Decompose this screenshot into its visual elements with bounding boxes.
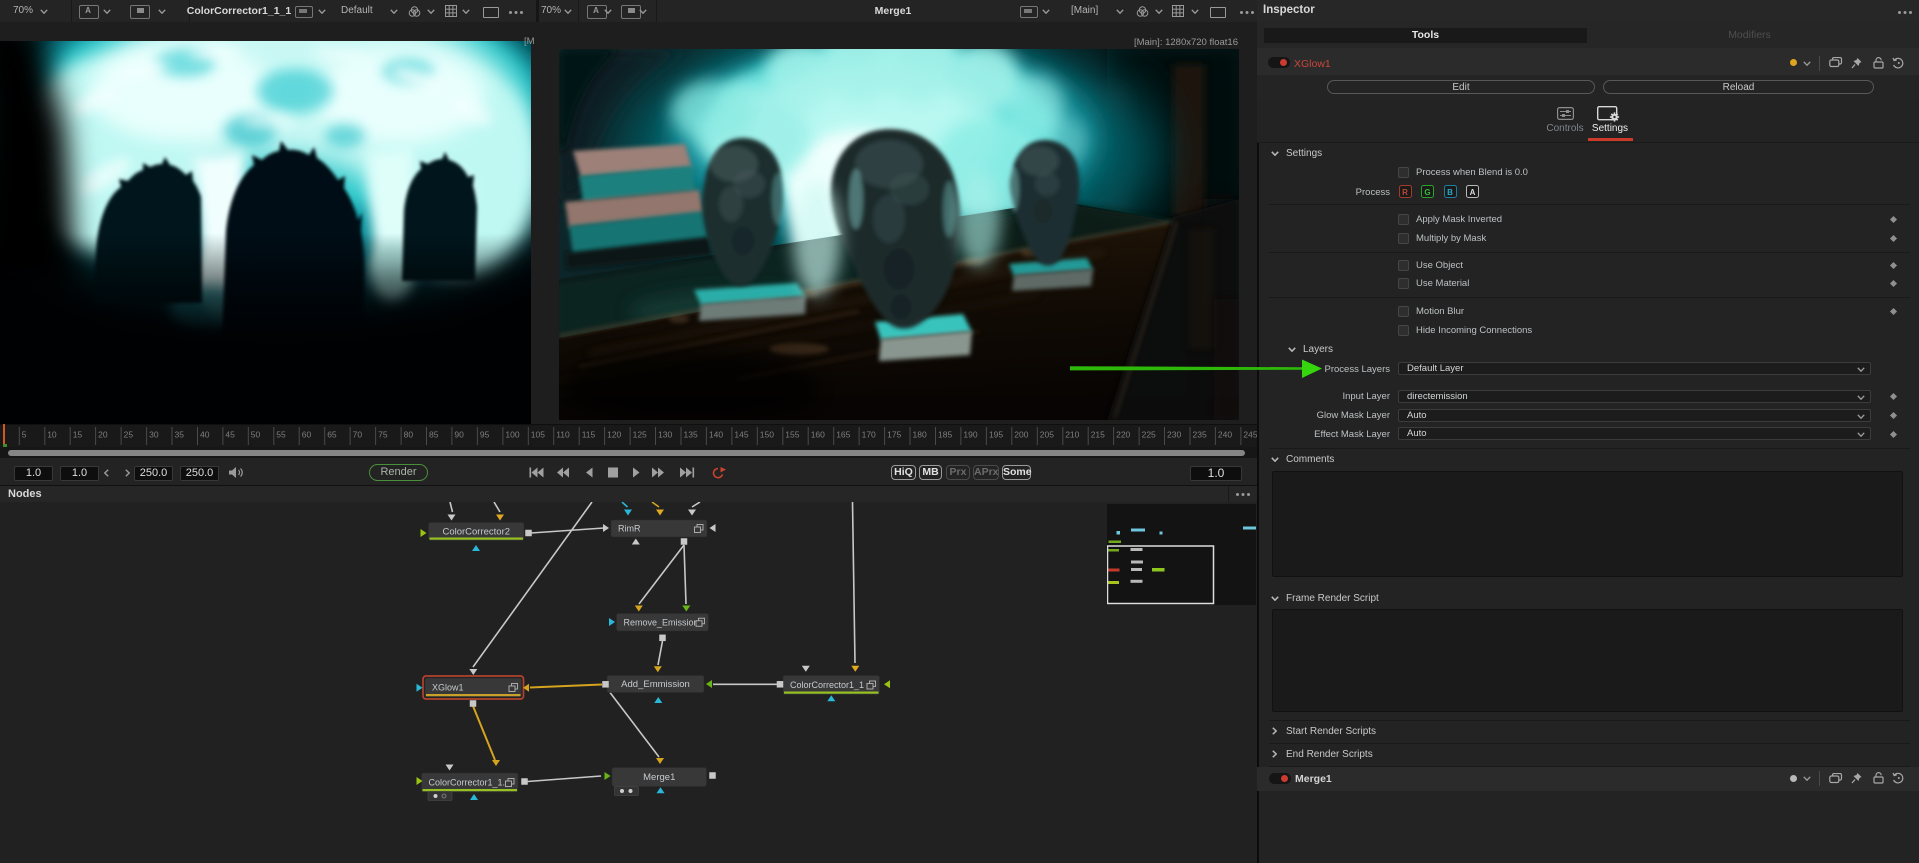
svg-text:180: 180 [913,430,927,440]
svg-text:RimR: RimR [618,524,641,534]
svg-text:115: 115 [582,430,596,440]
svg-text:240: 240 [1218,430,1232,440]
svg-text:95: 95 [480,430,490,440]
svg-text:Merge1: Merge1 [643,772,675,783]
svg-text:170: 170 [862,430,876,440]
svg-text:245: 245 [1243,430,1257,440]
svg-text:XGlow1: XGlow1 [432,683,464,693]
svg-text:190: 190 [963,430,977,440]
svg-text:20: 20 [98,430,108,440]
svg-text:120: 120 [607,430,621,440]
svg-text:155: 155 [785,430,799,440]
svg-text:200: 200 [1014,430,1028,440]
svg-text:105: 105 [531,430,545,440]
svg-text:230: 230 [1167,430,1181,440]
svg-text:185: 185 [938,430,952,440]
svg-text:165: 165 [836,430,850,440]
svg-text:205: 205 [1040,430,1054,440]
svg-text:215: 215 [1091,430,1105,440]
svg-text:235: 235 [1193,430,1207,440]
svg-text:210: 210 [1065,430,1079,440]
svg-text:35: 35 [175,430,185,440]
svg-text:110: 110 [556,430,570,440]
svg-text:Add_Emmission: Add_Emmission [621,679,690,690]
svg-text:75: 75 [378,430,388,440]
svg-text:45: 45 [225,430,235,440]
svg-text:160: 160 [811,430,825,440]
svg-text:50: 50 [251,430,261,440]
svg-text:85: 85 [429,430,439,440]
svg-text:5: 5 [22,430,27,440]
svg-text:125: 125 [633,430,647,440]
svg-text:220: 220 [1116,430,1130,440]
svg-text:40: 40 [200,430,210,440]
svg-text:55: 55 [276,430,286,440]
svg-text:175: 175 [887,430,901,440]
svg-text:195: 195 [989,430,1003,440]
svg-text:ColorCorrector1_1...: ColorCorrector1_1... [429,778,511,788]
svg-text:145: 145 [734,430,748,440]
svg-text:100: 100 [505,430,519,440]
svg-text:60: 60 [302,430,312,440]
svg-text:65: 65 [327,430,337,440]
svg-text:90: 90 [454,430,464,440]
svg-text:25: 25 [124,430,134,440]
svg-text:80: 80 [404,430,414,440]
svg-text:30: 30 [149,430,159,440]
svg-text:ColorCorrector2: ColorCorrector2 [442,527,510,538]
svg-text:10: 10 [47,430,57,440]
svg-text:130: 130 [658,430,672,440]
svg-text:150: 150 [760,430,774,440]
svg-text:135: 135 [684,430,698,440]
svg-text:Remove_Emission: Remove_Emission [624,617,699,627]
svg-text:15: 15 [73,430,83,440]
svg-text:70: 70 [353,430,363,440]
svg-text:ColorCorrector1_1: ColorCorrector1_1 [790,680,864,690]
svg-text:225: 225 [1142,430,1156,440]
svg-text:140: 140 [709,430,723,440]
